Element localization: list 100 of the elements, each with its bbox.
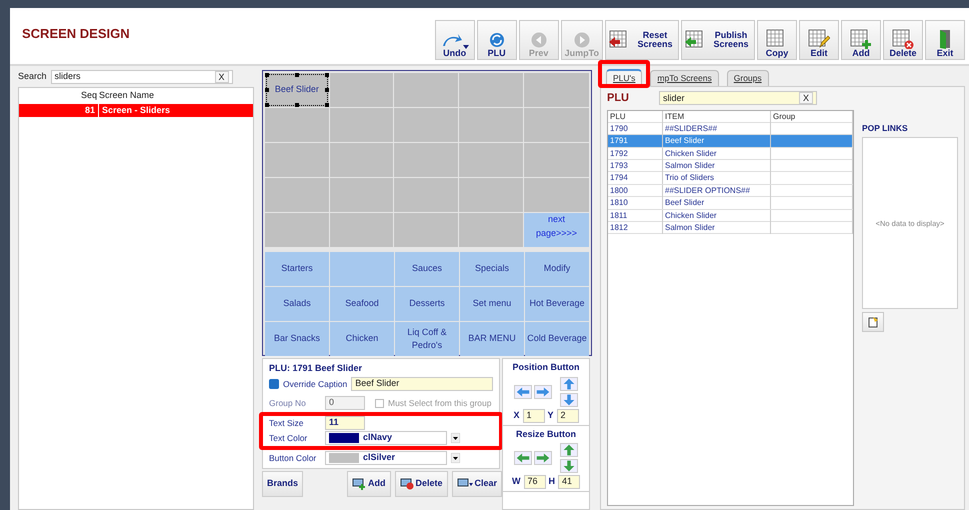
field-label: Text Size — [269, 416, 304, 430]
dropdown-icon — [451, 433, 460, 443]
category-button[interactable]: Bar Snacks — [265, 322, 329, 356]
grid-pencil-icon — [808, 28, 830, 49]
column-header: PLU — [608, 110, 663, 122]
category-button[interactable]: Seafood — [330, 287, 394, 321]
plu-caption: PLU: 1791 Beef Slider — [269, 362, 364, 375]
right-arrow-button[interactable] — [534, 384, 552, 398]
table-row[interactable]: 1812 Salmon Slider — [608, 222, 853, 234]
coordinate-field[interactable]: 76 — [524, 475, 546, 489]
publish-button[interactable]: Publish Screens — [681, 20, 755, 60]
table-row[interactable]: 1794 Trio of Sliders — [608, 172, 853, 185]
exit-button[interactable]: Exit — [925, 20, 965, 60]
down-arrow-icon — [561, 392, 577, 406]
field-label: H — [548, 475, 555, 488]
screen-delete-icon — [400, 478, 414, 490]
category-button[interactable]: Desserts — [395, 287, 459, 321]
column-header: Seq — [80, 89, 98, 102]
text-color-picker[interactable]: clNavy — [325, 431, 447, 445]
column-header: Screen Name — [99, 89, 154, 102]
button-color-picker[interactable]: clSilver — [325, 451, 447, 465]
left-arrow-icon — [515, 451, 531, 465]
category-button[interactable]: Liq Coff & Pedro's — [395, 322, 459, 356]
category-button[interactable]: BAR MENU — [460, 322, 524, 356]
plu-button[interactable]: PLU — [476, 20, 517, 60]
field-label: Text Color — [269, 432, 308, 444]
checkbox-label: Must Select from this group — [388, 396, 492, 410]
door-icon — [937, 28, 953, 49]
field-label: X — [513, 408, 520, 422]
note-button[interactable] — [862, 312, 884, 332]
left-arrow-button[interactable] — [514, 451, 532, 465]
grid-delete-icon — [892, 28, 914, 49]
caption-field[interactable]: Beef Slider — [351, 377, 493, 391]
grid-plus-icon — [850, 28, 872, 49]
category-button[interactable]: Cold Beverage — [525, 322, 589, 356]
down-arrow-button[interactable] — [560, 392, 578, 406]
down-arrow-icon — [561, 459, 577, 473]
search-field[interactable]: sliders X — [50, 70, 233, 84]
category-button[interactable]: Set menu — [460, 287, 524, 321]
brands-button[interactable]: Brands — [262, 470, 304, 496]
right-arrow-icon — [535, 451, 551, 465]
copy-button[interactable]: Copy — [757, 20, 797, 60]
table-row[interactable]: 1792 Chicken Slider — [608, 148, 853, 160]
delete-button[interactable]: Delete — [883, 20, 923, 60]
text-size-field[interactable]: 11 — [325, 416, 365, 430]
checkbox-label: Override Caption — [283, 378, 348, 390]
category-button[interactable]: Specials — [460, 252, 524, 286]
down-arrow-button[interactable] — [560, 459, 578, 473]
forward-icon — [572, 30, 591, 49]
screen-row[interactable]: 81 Screen - Sliders — [19, 104, 253, 116]
next-page-button[interactable]: next page>>>> — [524, 213, 589, 247]
table-row[interactable]: 1810 Beef Slider — [608, 197, 853, 210]
panel-label: PLU — [607, 91, 630, 106]
dropdown-icon — [451, 453, 460, 463]
plu-search-field[interactable]: slider X — [659, 91, 817, 106]
section-title: POP LINKS — [862, 122, 909, 134]
field-label: W — [512, 475, 520, 488]
note-icon — [867, 316, 879, 328]
table-row[interactable]: 1800 ##SLIDER OPTIONS## — [608, 184, 853, 198]
field-label: Button Color — [269, 452, 318, 464]
up-arrow-icon — [561, 376, 577, 390]
undo-button[interactable]: Undo — [434, 20, 475, 60]
coordinate-field[interactable]: 1 — [522, 408, 544, 422]
tab[interactable]: mpTo Screens — [650, 70, 719, 86]
table-row[interactable]: 1811 Chicken Slider — [608, 210, 853, 222]
clear-button[interactable]: X — [798, 92, 813, 104]
section-title: Position Button — [512, 361, 580, 374]
back-icon — [530, 30, 548, 49]
category-button[interactable]: Sauces — [395, 252, 459, 286]
window-title: SCREEN DESIGN — [22, 25, 130, 43]
right-arrow-button[interactable] — [534, 451, 552, 465]
add-button[interactable]: Add — [841, 20, 881, 60]
category-button[interactable]: Modify — [525, 252, 589, 286]
reset-button[interactable]: Reset Screens — [605, 20, 679, 60]
field-label: Y — [548, 408, 554, 422]
clear-button[interactable]: X — [214, 71, 229, 83]
coordinate-field[interactable]: 41 — [558, 475, 580, 489]
category-button[interactable]: Salads — [265, 287, 329, 321]
checkbox[interactable] — [269, 379, 279, 389]
add-button[interactable]: Add — [347, 470, 391, 496]
column-header: ITEM — [663, 110, 771, 122]
section-title: Resize Button — [516, 428, 576, 440]
category-button[interactable]: Hot Beverage — [525, 287, 589, 321]
up-arrow-button[interactable] — [560, 376, 578, 390]
search-label: Search — [18, 70, 47, 84]
tab[interactable]: Groups — [726, 70, 769, 86]
item-button[interactable]: Beef Slider — [265, 73, 329, 107]
coordinate-field[interactable]: 2 — [556, 408, 579, 422]
column-header: Group — [771, 110, 853, 122]
table-row[interactable]: 1793 Salmon Slider — [608, 160, 853, 172]
delete-button[interactable]: Delete — [394, 470, 448, 496]
screen-clear-icon — [456, 478, 473, 490]
clear-button[interactable]: Clear — [452, 470, 502, 496]
left-arrow-button[interactable] — [514, 384, 532, 398]
up-arrow-icon — [561, 443, 577, 457]
edit-button[interactable]: Edit — [799, 20, 839, 60]
category-button[interactable]: Chicken — [330, 322, 394, 356]
up-arrow-button[interactable] — [560, 443, 578, 457]
caret-icon — [462, 44, 469, 49]
category-button[interactable]: Starters — [265, 252, 329, 286]
